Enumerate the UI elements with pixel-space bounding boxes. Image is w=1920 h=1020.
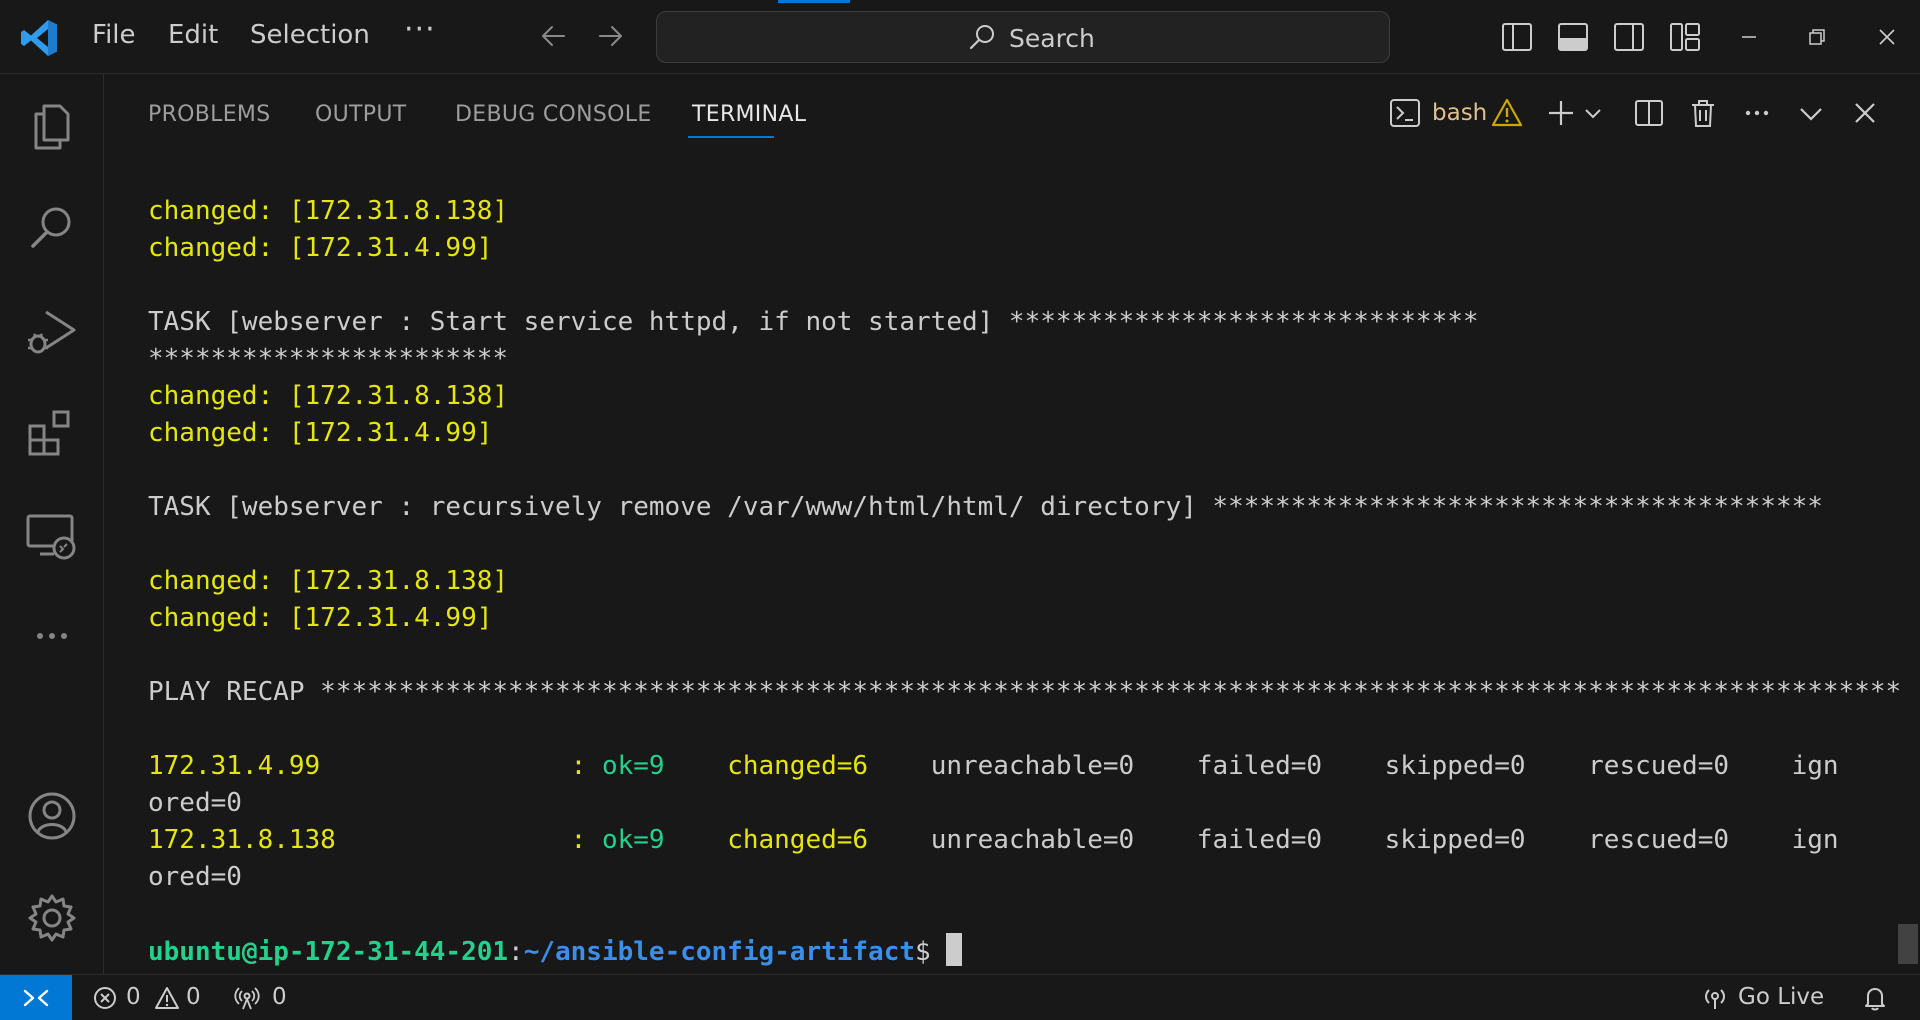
tab-debug-console[interactable]: DEBUG CONSOLE	[455, 102, 652, 127]
changed-host-line: changed: [172.31.4.99]	[148, 233, 493, 263]
arrow-right-icon[interactable]	[592, 18, 628, 54]
warning-icon[interactable]	[154, 985, 180, 1011]
warnings-count[interactable]: 0	[186, 984, 201, 1010]
recap-ok: ok=9	[601, 825, 665, 855]
search-label: Search	[1009, 24, 1095, 53]
terminal-cursor	[946, 933, 963, 966]
command-center-search[interactable]: Search	[656, 11, 1390, 63]
menu-edit[interactable]: Edit	[168, 20, 218, 50]
recap-rest: unreachable=0 failed=0 skipped=0 rescued…	[868, 825, 1839, 855]
close-icon[interactable]	[1848, 96, 1882, 130]
terminal-line: changed: [172.31.4.99]	[148, 415, 492, 452]
accounts-icon[interactable]	[22, 786, 82, 846]
bell-icon[interactable]	[1862, 985, 1888, 1011]
ports-count[interactable]: 0	[272, 984, 287, 1010]
remote-icon	[23, 989, 49, 1007]
broadcast-icon[interactable]	[234, 985, 260, 1011]
toggle-secondary-sidebar-icon[interactable]	[1612, 20, 1646, 54]
task-line: TASK [webserver : recursively remove /va…	[148, 492, 1823, 522]
go-live-button[interactable]: Go Live	[1738, 984, 1824, 1010]
close-window-icon[interactable]	[1872, 22, 1902, 52]
tab-terminal[interactable]: TERMINAL	[692, 102, 806, 127]
search-icon	[969, 25, 994, 50]
recap-row-wrap: ored=0	[148, 862, 242, 892]
more-actions-icon[interactable]	[1740, 96, 1774, 130]
terminal-scrollbar[interactable]	[1898, 924, 1918, 964]
chevron-down-icon[interactable]	[1794, 96, 1828, 130]
search-view-icon[interactable]	[22, 198, 82, 258]
task-line: TASK [webserver : Start service httpd, i…	[148, 307, 1479, 337]
tab-output[interactable]: OUTPUT	[315, 102, 406, 127]
minimize-icon[interactable]	[1734, 22, 1764, 52]
changed-host-line: changed: [172.31.8.138]	[148, 566, 509, 596]
broadcast-icon[interactable]	[1702, 985, 1728, 1011]
toggle-primary-sidebar-icon[interactable]	[1500, 20, 1534, 54]
vscode-logo-icon[interactable]	[18, 17, 60, 59]
recap-row-wrap: ored=0	[148, 788, 242, 818]
terminal-icon[interactable]	[1388, 96, 1422, 130]
warning-icon[interactable]	[1490, 96, 1524, 130]
recap-row: 172.31.8.138 : ok=9 changed=6 unreachabl…	[148, 822, 1839, 859]
terminal-line: changed: [172.31.8.138]	[148, 563, 508, 600]
terminal-profile-name[interactable]: bash	[1432, 100, 1487, 126]
prompt-symbol: $	[915, 937, 947, 967]
terminal-output[interactable]: changed: [172.31.8.138] changed: [172.31…	[104, 154, 1920, 974]
terminal-line: changed: [172.31.8.138]	[148, 193, 508, 230]
more-views-icon[interactable]	[22, 606, 82, 666]
customize-layout-icon[interactable]	[1668, 20, 1702, 54]
recap-ok: ok=9	[601, 751, 665, 781]
errors-count[interactable]: 0	[126, 984, 141, 1010]
title-bar: File Edit Selection ··· Search	[0, 0, 1920, 74]
terminal-line: changed: [172.31.8.138]	[148, 378, 508, 415]
remote-indicator-button[interactable]	[0, 975, 72, 1020]
play-recap-line: PLAY RECAP *****************************…	[148, 677, 1902, 707]
changed-host-line: changed: [172.31.8.138]	[148, 381, 509, 411]
prompt-separator: :	[508, 937, 524, 967]
recap-changed: changed=6	[664, 825, 869, 855]
task-line-wrap: ***********************	[148, 344, 509, 374]
error-icon[interactable]	[92, 985, 118, 1011]
arrow-left-icon[interactable]	[536, 18, 572, 54]
status-bar: 0 0 0 Go Live	[0, 974, 1920, 1020]
terminal-line: changed: [172.31.4.99]	[148, 600, 492, 637]
remote-explorer-icon[interactable]	[22, 506, 82, 566]
restore-icon[interactable]	[1802, 22, 1832, 52]
recap-host: 172.31.8.138 :	[148, 825, 602, 855]
changed-host-line: changed: [172.31.4.99]	[148, 418, 493, 448]
tab-problems[interactable]: PROBLEMS	[148, 102, 270, 127]
chevron-down-icon[interactable]	[1582, 96, 1604, 130]
extensions-icon[interactable]	[22, 404, 82, 464]
changed-host-line: changed: [172.31.4.99]	[148, 603, 493, 633]
active-tab-indicator	[688, 136, 774, 138]
title-active-indicator	[778, 0, 850, 3]
terminal-line: changed: [172.31.4.99]	[148, 230, 492, 267]
plus-icon[interactable]	[1544, 96, 1578, 130]
gear-icon[interactable]	[22, 888, 82, 948]
toggle-panel-icon[interactable]	[1556, 20, 1590, 54]
activity-bar	[0, 74, 104, 974]
recap-host: 172.31.4.99 :	[148, 751, 602, 781]
recap-changed: changed=6	[664, 751, 869, 781]
menu-selection[interactable]: Selection	[250, 20, 370, 50]
panel-header: PROBLEMS OUTPUT DEBUG CONSOLE TERMINAL b…	[104, 74, 1920, 154]
recap-rest: unreachable=0 failed=0 skipped=0 rescued…	[868, 751, 1839, 781]
recap-row: 172.31.4.99 : ok=9 changed=6 unreachable…	[148, 748, 1839, 785]
menu-file[interactable]: File	[92, 20, 136, 50]
prompt-path: ~/ansible-config-artifact	[523, 937, 916, 967]
split-terminal-icon[interactable]	[1632, 96, 1666, 130]
prompt-user-host: ubuntu@ip-172-31-44-201	[148, 937, 509, 967]
shell-prompt[interactable]: ubuntu@ip-172-31-44-201:~/ansible-config…	[148, 933, 963, 970]
menu-more-button[interactable]: ···	[404, 12, 436, 47]
changed-host-line: changed: [172.31.8.138]	[148, 196, 509, 226]
run-debug-icon[interactable]	[22, 300, 82, 360]
trash-icon[interactable]	[1686, 96, 1720, 130]
explorer-icon[interactable]	[22, 96, 82, 156]
